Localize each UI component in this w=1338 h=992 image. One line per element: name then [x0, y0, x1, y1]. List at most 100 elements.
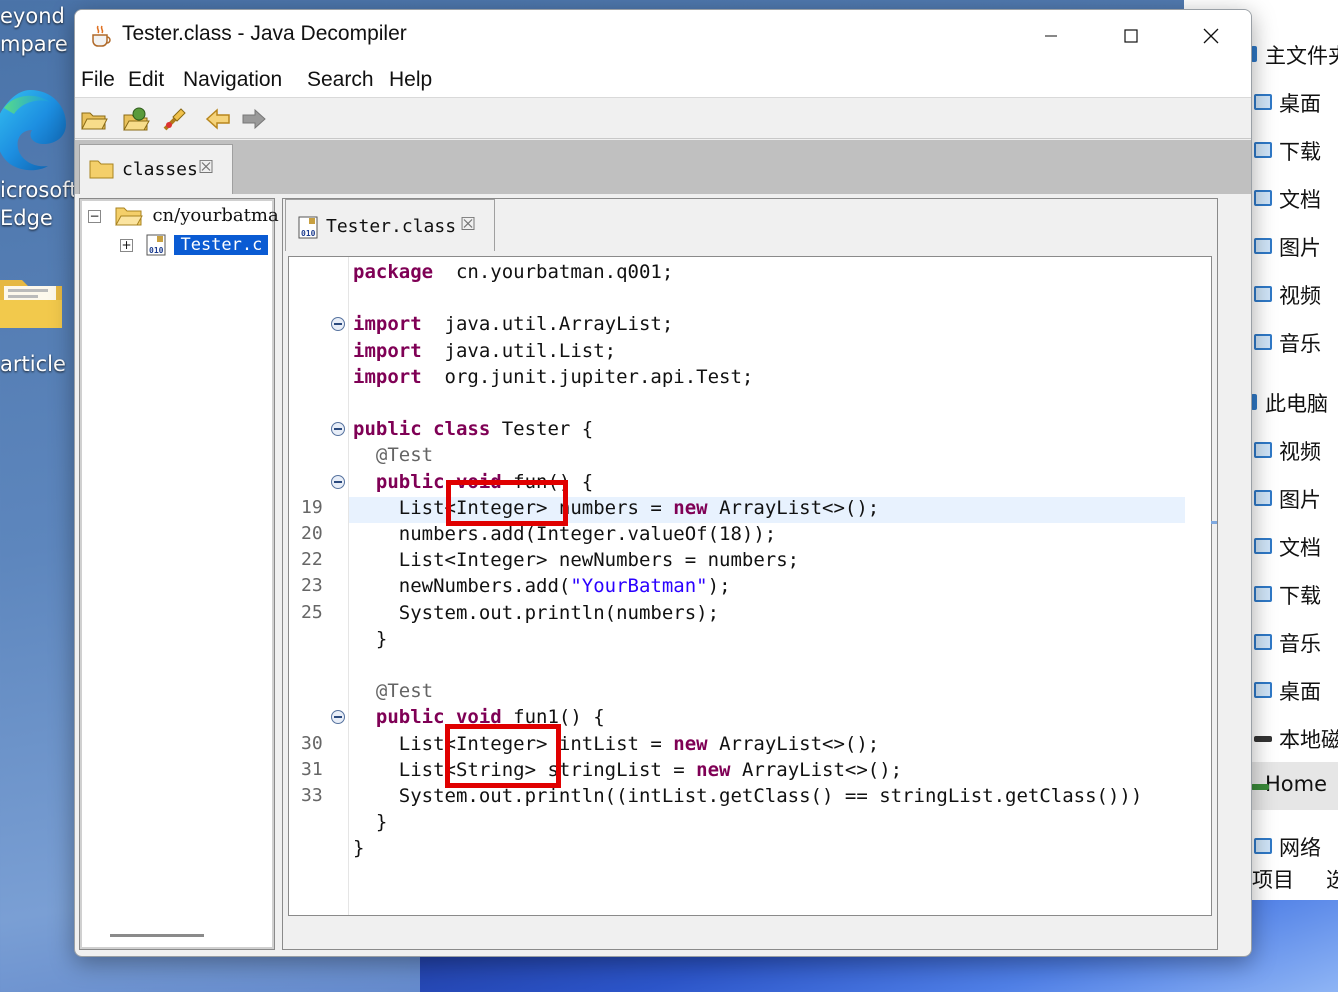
code-text: import org.junit.jupiter.api.Test; — [353, 364, 753, 390]
code-text: } — [353, 626, 387, 652]
pane-border — [80, 199, 274, 949]
menu-navigation[interactable]: Navigation — [183, 68, 282, 92]
collapse-icon[interactable]: − — [88, 209, 101, 223]
code-line: public void fun() { — [289, 469, 1211, 495]
forward-icon[interactable] — [239, 105, 269, 133]
code-line: public void fun1() { — [289, 704, 1211, 730]
folder-icon[interactable] — [0, 270, 64, 332]
menu-search[interactable]: Search — [307, 68, 374, 92]
explorer-nav-item[interactable]: 视频 — [1279, 436, 1321, 466]
search-icon[interactable] — [159, 105, 189, 133]
menu-edit[interactable]: Edit — [128, 68, 164, 92]
line-number: 31 — [301, 758, 323, 780]
line-number: 23 — [301, 575, 323, 597]
code-token: ArrayList<>(); — [730, 758, 903, 781]
folder-icon — [1254, 94, 1272, 110]
explorer-nav-item[interactable]: 图片 — [1279, 484, 1321, 514]
tab-label: Tester.class — [326, 216, 457, 237]
tree-item-package[interactable]: − cn/yourbatma — [88, 205, 279, 226]
expand-icon[interactable]: + — [120, 238, 133, 252]
code-text: } — [353, 835, 364, 861]
keyword-token: new — [673, 496, 708, 519]
open-file-icon[interactable] — [79, 105, 109, 133]
fold-toggle-icon[interactable] — [331, 474, 345, 489]
folder-icon — [1254, 286, 1272, 302]
code-line: @Test — [289, 442, 1211, 468]
code-token: java.util.ArrayList; — [421, 313, 674, 336]
close-tab-icon[interactable]: ☒ — [198, 157, 214, 178]
explorer-nav-item[interactable]: 文档 — [1279, 532, 1321, 562]
minimize-icon — [1045, 35, 1057, 37]
explorer-nav-item[interactable]: 下载 — [1279, 136, 1321, 166]
horizontal-scrollbar[interactable] — [110, 934, 204, 937]
explorer-nav-item[interactable]: 文档 — [1279, 184, 1321, 214]
line-number: 20 — [301, 523, 323, 544]
code-token: ); — [707, 575, 731, 598]
fold-toggle-icon[interactable] — [331, 422, 345, 437]
overview-ruler-marker — [1211, 521, 1217, 524]
explorer-nav-item[interactable]: 图片 — [1279, 232, 1321, 262]
desktop-label-article: article — [0, 352, 66, 376]
line-number: 25 — [301, 601, 323, 623]
string-token: "YourBatman" — [570, 575, 708, 598]
code-line: public class Tester { — [289, 416, 1211, 442]
tab-tester-class[interactable]: 010 Tester.class ☒ — [285, 199, 495, 251]
code-text: import java.util.List; — [353, 338, 616, 364]
fold-toggle-icon[interactable] — [331, 317, 345, 332]
close-tab-icon[interactable]: ☒ — [460, 214, 476, 235]
back-icon[interactable] — [203, 105, 233, 133]
explorer-nav-item[interactable]: 本地磁 — [1279, 724, 1338, 754]
explorer-nav-item[interactable]: 桌面 — [1279, 88, 1321, 118]
code-token: } — [353, 627, 388, 650]
close-button[interactable] — [1171, 10, 1251, 62]
code-token: numbers.add(Integer.valueOf(18)); — [353, 523, 777, 545]
edge-icon[interactable] — [0, 86, 68, 172]
explorer-nav-item[interactable]: 桌面 — [1279, 676, 1321, 706]
code-line: import org.junit.jupiter.api.Test; — [289, 364, 1211, 390]
class-file-icon: 010 — [298, 216, 318, 239]
coffee-cup-icon — [92, 25, 111, 47]
code-token: newNumbers.add( — [353, 575, 571, 598]
code-text: package cn.yourbatman.q001; — [353, 259, 673, 285]
highlight-box — [445, 724, 561, 788]
title-bar[interactable]: Tester.class - Java Decompiler — [75, 10, 1251, 62]
code-line: } — [289, 626, 1211, 652]
maximize-button[interactable] — [1091, 10, 1171, 62]
code-line: import java.util.List; — [289, 338, 1211, 364]
minimize-button[interactable] — [1011, 10, 1091, 62]
explorer-nav-item[interactable]: 下载 — [1279, 580, 1321, 610]
keyword-token: import — [353, 313, 422, 336]
explorer-nav-item[interactable]: Home — [1265, 772, 1327, 796]
code-line: 22 List<Integer> newNumbers = numbers; — [289, 547, 1211, 573]
folder-icon — [1254, 682, 1272, 698]
code-token: cn.yourbatman.q001; — [433, 261, 674, 283]
fold-toggle-icon[interactable] — [331, 710, 345, 725]
code-text: List<String> stringList = new ArrayList<… — [353, 757, 902, 783]
keyword-token: import — [353, 365, 422, 388]
code-token: ArrayList<>(); — [707, 496, 880, 519]
code-token: } — [353, 811, 388, 834]
tab-classes[interactable]: classes ☒ — [79, 144, 233, 194]
explorer-nav-item[interactable]: 网络 — [1279, 832, 1321, 862]
outer-tab-strip: classes ☒ — [75, 140, 1251, 194]
menu-help[interactable]: Help — [389, 68, 432, 92]
code-token: Tester { — [490, 418, 594, 441]
menu-file[interactable]: File — [81, 68, 115, 92]
menu-bar: File Edit Navigation Search Help — [75, 62, 1251, 98]
keyword-token: import — [353, 339, 422, 362]
explorer-nav-item[interactable]: 音乐 — [1279, 328, 1321, 358]
explorer-nav-item[interactable]: 此电脑 — [1265, 388, 1328, 418]
explorer-nav-item[interactable]: 主文件夹 — [1265, 40, 1338, 70]
java-decompiler-window: Tester.class - Java Decompiler File Edit… — [74, 9, 1252, 957]
explorer-nav-item[interactable]: 视频 — [1279, 280, 1321, 310]
keyword-token: public class — [353, 418, 491, 441]
code-editor[interactable]: package cn.yourbatman.q001; import java.u… — [288, 256, 1212, 916]
code-text: } — [353, 809, 387, 835]
explorer-nav-item[interactable]: 音乐 — [1279, 628, 1321, 658]
tree-item-class[interactable]: + 010 Tester.c — [120, 233, 269, 257]
folder-icon — [1251, 784, 1269, 790]
maximize-icon — [1124, 29, 1138, 43]
open-type-icon[interactable] — [121, 105, 151, 133]
